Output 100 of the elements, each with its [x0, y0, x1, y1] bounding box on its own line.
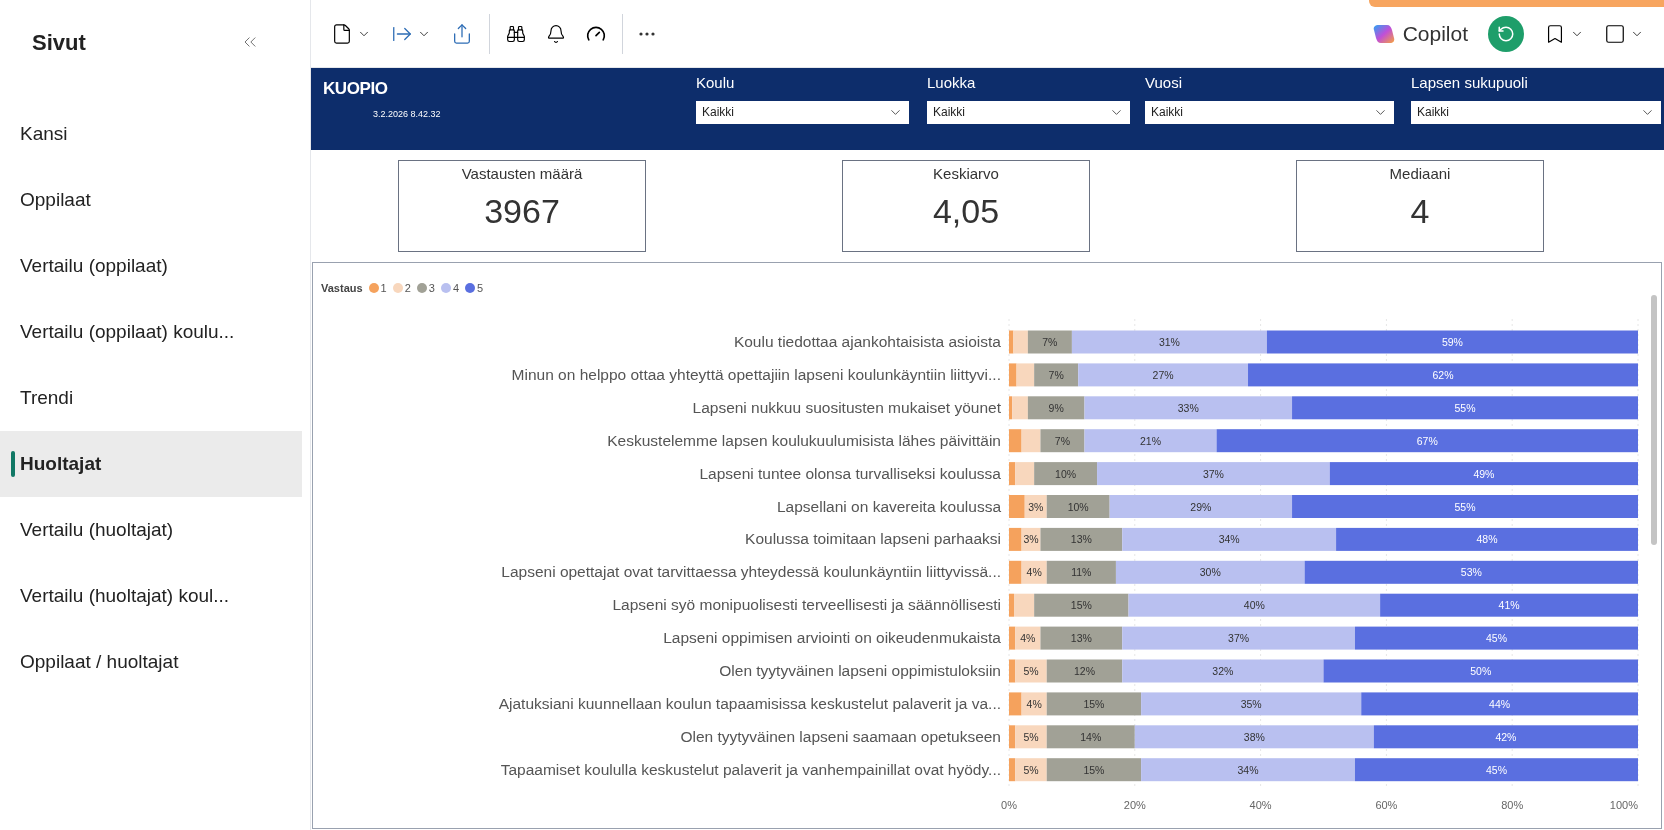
- page-tab[interactable]: Huoltajat: [0, 431, 302, 497]
- axis-tick-label: 80%: [1501, 799, 1524, 811]
- kpi-title: Vastausten määrä: [461, 164, 583, 184]
- data-label: 3%: [1023, 533, 1039, 546]
- data-label: 7%: [1048, 368, 1064, 381]
- data-label: 11%: [1071, 566, 1092, 579]
- data-label: 21%: [1140, 434, 1162, 447]
- data-label: 7%: [1042, 336, 1058, 348]
- category-label: Olen tyytyväinen lapseni oppimistuloksiin: [719, 662, 1001, 679]
- page-tab[interactable]: Vertailu (huoltajat) koul...: [0, 563, 302, 629]
- bell-icon: [546, 23, 566, 44]
- category-label: Lapseni oppimisen arviointi on oikeudenmukaista: [663, 629, 1001, 647]
- filter-dropdown[interactable]: Kaikki: [1411, 100, 1661, 124]
- legend-label: 2: [404, 280, 411, 296]
- data-label: 49%: [1473, 467, 1495, 480]
- category-label: Tapaamiset koululla keskustelut palaverit ja vanhempainillat ovat hyödy...: [500, 760, 1001, 778]
- legend-title: Vastaus: [321, 280, 363, 296]
- data-label: 15%: [1083, 697, 1105, 710]
- kpi-value: 4,05: [932, 193, 1000, 228]
- legend-label: 5: [477, 280, 484, 296]
- data-label: 13%: [1070, 533, 1092, 546]
- logo-text: KUOPIO: [323, 78, 388, 100]
- page-tab[interactable]: Oppilaat: [0, 167, 302, 233]
- filter-label: Vuosi: [1145, 73, 1182, 93]
- category-label: Lapseni tuntee olonsa turvalliseksi koulussa: [699, 464, 1001, 482]
- data-label: 53%: [1460, 566, 1482, 579]
- data-label: 50%: [1470, 665, 1492, 677]
- data-label: 40%: [1243, 599, 1265, 612]
- selection-indicator: [11, 451, 15, 477]
- data-label: 27%: [1152, 368, 1174, 381]
- axis-tick-label: 20%: [1123, 799, 1146, 811]
- undo-icon: [1497, 24, 1515, 43]
- category-label: Minun on helppo ottaa yhteyttä opettajiin lapseni koulunkäyntiin liittyvi...: [511, 365, 1001, 383]
- axis-tick-label: 0%: [1001, 799, 1017, 811]
- category-label: Lapseni opettajat ovat tarvittaessa yhteydessä koulunkäyntiin liittyvissä...: [501, 563, 1001, 581]
- data-label: 9%: [1048, 401, 1064, 414]
- category-label: Keskustelemme lapsen koulukuulumisista lähes päivittäin: [607, 431, 1001, 449]
- data-label: 33%: [1177, 401, 1199, 414]
- filter-label: Koulu: [696, 73, 735, 93]
- timestamp: 3.2.2026 8.42.32: [373, 107, 441, 121]
- data-label: 15%: [1070, 599, 1092, 612]
- legend-label: 1: [380, 280, 387, 296]
- more-icon: [639, 31, 655, 36]
- data-label: 4%: [1026, 697, 1042, 710]
- data-label: 5%: [1023, 665, 1039, 677]
- data-label: 38%: [1243, 730, 1265, 743]
- data-label: 45%: [1485, 763, 1507, 776]
- data-label: 32%: [1212, 665, 1234, 677]
- copilot-logo-icon: [1372, 22, 1395, 45]
- data-label: 35%: [1240, 697, 1262, 710]
- data-label: 3%: [1028, 500, 1044, 513]
- binoculars-icon: [506, 23, 526, 44]
- page-tab[interactable]: Vertailu (oppilaat) koulu...: [0, 299, 302, 365]
- data-label: 5%: [1023, 730, 1039, 743]
- data-label: 31%: [1158, 336, 1180, 348]
- kpi-value: 3967: [484, 193, 560, 228]
- category-label: Lapseni nukkuu suositusten mukaiset yöunet: [692, 398, 1001, 416]
- page-tab[interactable]: Trendi: [0, 365, 302, 431]
- rectangle-icon: [1604, 22, 1626, 45]
- page-tab[interactable]: Vertailu (huoltajat): [0, 497, 302, 563]
- data-label: 42%: [1495, 730, 1517, 743]
- category-label: Olen tyytyväinen lapseni saamaan opetukseen: [680, 727, 1001, 745]
- share-icon: [451, 22, 473, 45]
- page-tab[interactable]: Kansi: [0, 101, 302, 167]
- data-label: 55%: [1454, 500, 1476, 513]
- category-label: Koulussa toimitaan lapseni parhaaksi: [745, 530, 1001, 548]
- data-label: 13%: [1070, 632, 1092, 645]
- data-label: 4%: [1026, 566, 1042, 579]
- data-label: 12%: [1073, 665, 1095, 677]
- data-label: 67%: [1416, 434, 1438, 447]
- data-label: 37%: [1228, 632, 1250, 645]
- filter-label: Lapsen sukupuoli: [1411, 73, 1528, 93]
- data-label: 10%: [1067, 500, 1089, 513]
- filter-dropdown[interactable]: Kaikki: [696, 100, 909, 124]
- data-label: 10%: [1055, 467, 1077, 480]
- page-tab[interactable]: Oppilaat / huoltajat: [0, 629, 302, 695]
- category-label: Lapseni syö monipuolisesti terveellisesti ja säännöllisesti: [612, 596, 1001, 614]
- axis-tick-label: 40%: [1249, 799, 1272, 811]
- data-label: 30%: [1199, 566, 1221, 579]
- data-label: 44%: [1489, 697, 1511, 710]
- scrollbar-thumb[interactable]: [1651, 295, 1657, 545]
- legend-label: 4: [452, 280, 460, 296]
- data-label: 45%: [1485, 632, 1507, 645]
- undo-button[interactable]: [1488, 15, 1524, 52]
- page-tab[interactable]: Vertailu (oppilaat): [0, 233, 302, 299]
- data-label: 62%: [1432, 368, 1454, 381]
- data-label: 55%: [1454, 401, 1476, 414]
- data-label: 34%: [1218, 533, 1240, 546]
- kpi-title: Keskiarvo: [933, 164, 999, 184]
- file-icon: [331, 22, 353, 45]
- category-label: Koulu tiedottaa ajankohtaisista asioista: [733, 333, 1001, 350]
- copilot-button[interactable]: Copilot: [1364, 15, 1476, 52]
- filter-dropdown[interactable]: Kaikki: [927, 100, 1130, 124]
- data-label: 29%: [1190, 500, 1212, 513]
- category-label: Ajatuksiani kuunnellaan koulun tapaamisissa keskustelut palaverit ja va...: [498, 694, 1001, 712]
- kpi-value: 4: [1410, 193, 1430, 228]
- filter-dropdown[interactable]: Kaikki: [1145, 100, 1394, 124]
- data-label: 15%: [1083, 763, 1105, 776]
- data-label: 34%: [1237, 763, 1259, 776]
- data-label: 48%: [1476, 533, 1498, 546]
